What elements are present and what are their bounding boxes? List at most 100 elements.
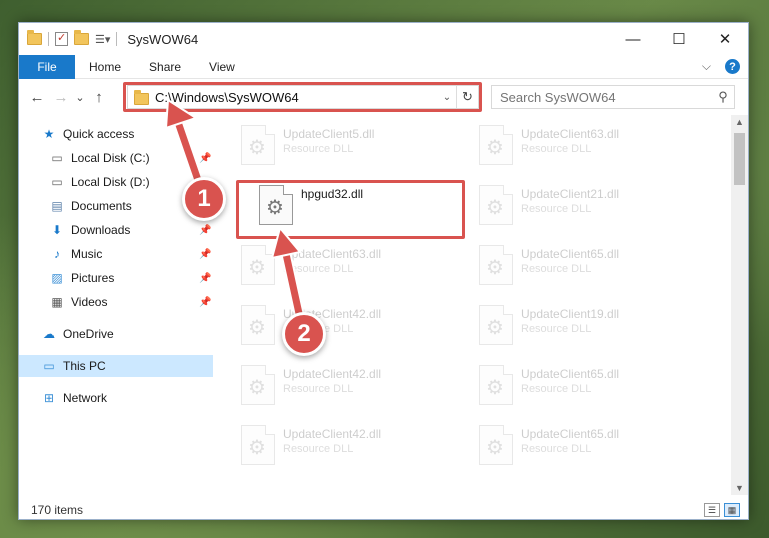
dll-file-icon: ⚙ <box>241 245 275 285</box>
file-type: Resource DLL <box>521 323 592 335</box>
sidebar-item-label: Local Disk (C:) <box>71 151 150 165</box>
window-title: SysWOW64 <box>127 31 199 47</box>
sidebar-item-local-disk-c[interactable]: ▭ Local Disk (C:) 📌 <box>49 147 213 169</box>
file-tile[interactable]: ⚙ UpdateClient63.dll Resource DLL <box>241 243 471 293</box>
view-toggle: ☰ ▦ <box>704 503 748 517</box>
drive-icon: ▭ <box>51 151 63 165</box>
network-icon: ⊞ <box>43 391 55 405</box>
details-view-icon[interactable]: ☰ <box>704 503 720 517</box>
file-type: Resource DLL <box>283 263 354 275</box>
properties-icon[interactable] <box>55 31 68 46</box>
dll-file-icon: ⚙ <box>479 185 513 225</box>
sidebar-item-videos[interactable]: ▦ Videos 📌 <box>49 291 213 313</box>
pin-icon[interactable]: 📌 <box>199 225 211 236</box>
vertical-scrollbar[interactable]: ▲ ▼ <box>731 115 748 495</box>
address-highlight-box <box>123 82 482 112</box>
scroll-down-icon[interactable]: ▼ <box>731 483 748 493</box>
file-type: Resource DLL <box>521 263 592 275</box>
file-name: UpdateClient19.dll <box>521 307 620 321</box>
file-tile[interactable]: ⚙ UpdateClient42.dllResource DLL <box>241 363 471 413</box>
address-row: ← → ⌄ ↑ C:\Windows\SysWOW64 ⌄ ↻ ⚲ <box>19 81 748 113</box>
sidebar-item-this-pc[interactable]: ▭ This PC <box>19 355 213 377</box>
up-button[interactable]: ↑ <box>87 85 111 109</box>
file-tile[interactable]: ⚙ UpdateClient5.dll Resource DLL <box>241 123 471 173</box>
file-tile[interactable]: ⚙ UpdateClient42.dllResource DLL <box>241 423 471 473</box>
back-button[interactable]: ← <box>25 85 49 109</box>
document-icon: ▤ <box>51 199 63 213</box>
file-tile[interactable]: ⚙ UpdateClient65.dll Resource DLL <box>479 243 709 293</box>
pin-icon[interactable]: 📌 <box>199 273 211 284</box>
search-box[interactable]: ⚲ <box>491 85 735 109</box>
sidebar-item-label: Videos <box>71 295 108 309</box>
sidebar-item-network[interactable]: ⊞ Network <box>41 387 107 409</box>
file-name: UpdateClient65.dll <box>521 247 620 261</box>
file-tile[interactable]: ⚙ UpdateClient65.dll Resource DLL <box>479 363 709 413</box>
pin-icon[interactable]: 📌 <box>199 153 211 164</box>
computer-icon: ▭ <box>43 359 55 373</box>
file-name: UpdateClient65.dll <box>521 427 620 441</box>
music-icon: ♪ <box>54 247 60 261</box>
sidebar-item-documents[interactable]: ▤ Documents <box>49 195 131 217</box>
file-tile[interactable]: ⚙ UpdateClient65.dll Resource DLL <box>479 423 709 473</box>
video-icon: ▦ <box>51 295 63 309</box>
tiles-view-icon[interactable]: ▦ <box>724 503 740 517</box>
folder-icon[interactable] <box>27 30 42 45</box>
file-tile[interactable]: ⚙ UpdateClient42.dllResource DLL <box>241 303 471 353</box>
pin-icon[interactable]: 📌 <box>199 249 211 260</box>
callout-badge-1: 1 <box>182 177 226 221</box>
scrollbar-thumb[interactable] <box>734 133 745 185</box>
sidebar-item-pictures[interactable]: ▨ Pictures 📌 <box>49 267 213 289</box>
cloud-icon: ☁ <box>43 327 55 341</box>
close-button[interactable]: ✕ <box>702 23 748 55</box>
file-tile[interactable]: ⚙ UpdateClient19.dll Resource DLL <box>479 303 709 353</box>
tab-view[interactable]: View <box>195 60 249 74</box>
picture-icon: ▨ <box>51 271 63 285</box>
tab-file[interactable]: File <box>19 54 75 79</box>
pin-icon[interactable]: 📌 <box>199 297 211 308</box>
dll-file-icon: ⚙ <box>479 365 513 405</box>
sidebar-item-music[interactable]: ♪ Music 📌 <box>49 243 213 265</box>
minimize-button[interactable]: — <box>610 23 656 55</box>
quick-access-toolbar: ☰▾ <box>19 30 118 46</box>
dll-file-icon: ⚙ <box>241 425 275 465</box>
ribbon-collapse-icon[interactable]: ⌵ <box>702 59 711 74</box>
sidebar-item-local-disk-d[interactable]: ▭ Local Disk (D:) <box>49 171 150 193</box>
dll-file-icon: ⚙ <box>479 125 513 165</box>
sidebar-item-label: Music <box>71 247 103 261</box>
file-name: UpdateClient5.dll <box>283 127 375 141</box>
file-highlight-box <box>236 180 465 239</box>
dll-file-icon: ⚙ <box>479 305 513 345</box>
file-type: Resource DLL <box>521 443 592 455</box>
new-folder-icon[interactable] <box>74 30 89 45</box>
search-input[interactable] <box>500 89 700 105</box>
toolbar-separator <box>116 32 118 46</box>
sidebar-item-label: Pictures <box>71 271 115 285</box>
sidebar-item-label: Downloads <box>71 223 131 237</box>
tab-share[interactable]: Share <box>135 60 195 74</box>
sidebar-item-quick-access[interactable]: ★ Quick access <box>41 123 135 145</box>
file-list: ⚙ UpdateClient5.dll Resource DLL ⚙ Update… <box>231 119 731 495</box>
forward-button[interactable]: → <box>49 85 73 109</box>
scroll-up-icon[interactable]: ▲ <box>731 117 748 127</box>
search-icon[interactable]: ⚲ <box>712 89 734 105</box>
recent-locations-button[interactable]: ⌄ <box>73 85 87 109</box>
sidebar-item-label: This PC <box>63 359 106 373</box>
sidebar-item-onedrive[interactable]: ☁ OneDrive <box>41 323 114 345</box>
file-tile[interactable]: ⚙ UpdateClient21.dll Resource DLL <box>479 183 709 233</box>
sidebar-item-label: Local Disk (D:) <box>71 175 150 189</box>
file-type: Resource DLL <box>283 383 354 395</box>
dll-file-icon: ⚙ <box>241 365 275 405</box>
file-name: UpdateClient42.dll <box>283 427 382 441</box>
sidebar-item-label: Quick access <box>63 127 135 141</box>
tab-home[interactable]: Home <box>75 60 135 74</box>
file-tile[interactable]: ⚙ UpdateClient63.dll Resource DLL <box>479 123 709 173</box>
navigation-pane: ★ Quick access ▭ Local Disk (C:) 📌 ▭ Loc… <box>19 119 213 495</box>
customize-toolbar-icon[interactable]: ☰▾ <box>95 33 110 46</box>
help-icon[interactable]: ? <box>725 59 740 74</box>
maximize-button[interactable]: ☐ <box>656 23 702 55</box>
sidebar-item-downloads[interactable]: ⬇ Downloads 📌 <box>49 219 213 241</box>
item-count: 170 items <box>31 503 84 517</box>
dll-file-icon: ⚙ <box>241 125 275 165</box>
file-name: UpdateClient63.dll <box>283 247 382 261</box>
callout-badge-2: 2 <box>282 312 326 356</box>
